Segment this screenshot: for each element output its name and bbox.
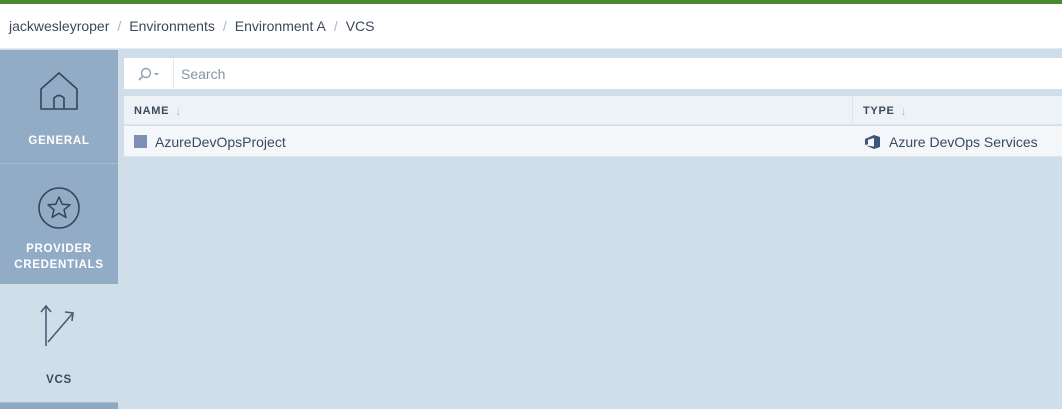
breadcrumb-item-environments[interactable]: Environments <box>129 18 215 34</box>
sidebar-item-vcs[interactable]: VCS <box>0 284 118 402</box>
sidebar-item-label: GENERAL <box>28 135 90 147</box>
breadcrumb-separator: / <box>333 18 338 34</box>
sort-arrow-icon: ↓ <box>175 103 182 118</box>
repo-type: Azure DevOps Services <box>889 133 1038 150</box>
column-header-type[interactable]: TYPE ↓ <box>852 96 907 125</box>
sidebar-item-general[interactable]: GENERAL <box>0 50 118 163</box>
azure-devops-icon <box>865 134 880 149</box>
breadcrumb-item-account[interactable]: jackwesleyroper <box>9 18 109 34</box>
breadcrumb-item-environment[interactable]: Environment A <box>235 18 326 34</box>
branch-arrows-icon <box>40 304 74 346</box>
house-icon <box>40 72 78 110</box>
search-input[interactable] <box>174 58 1062 89</box>
sidebar-item-label-line2: CREDENTIALS <box>14 259 104 271</box>
table-row[interactable]: AzureDevOpsProject Azure DevOps Services <box>124 126 1062 157</box>
column-header-label: NAME <box>134 104 170 117</box>
settings-sidebar: GENERAL PROVIDER CREDENTIALS VCS <box>0 50 118 409</box>
breadcrumb: jackwesleyroper / Environments / Environ… <box>0 4 1062 49</box>
column-header-name[interactable]: NAME ↓ <box>134 96 182 125</box>
sidebar-item-next[interactable] <box>0 402 118 409</box>
table-header: NAME ↓ TYPE ↓ <box>124 96 1062 125</box>
breadcrumb-separator: / <box>117 18 122 34</box>
breadcrumb-item-current: VCS <box>345 18 375 34</box>
column-header-label: TYPE <box>863 104 895 117</box>
star-circle-icon <box>38 187 80 229</box>
repo-color-swatch <box>134 135 147 148</box>
sidebar-item-provider-credentials[interactable]: PROVIDER CREDENTIALS <box>0 163 118 284</box>
sidebar-item-label-line1: PROVIDER <box>26 243 92 255</box>
breadcrumb-separator: / <box>222 18 227 34</box>
search-bar <box>124 58 1062 89</box>
sort-arrow-icon: ↓ <box>900 103 908 118</box>
cell-type: Azure DevOps Services <box>864 126 1038 157</box>
repo-name[interactable]: AzureDevOpsProject <box>155 134 286 150</box>
search-icon <box>137 67 159 81</box>
sidebar-item-label: VCS <box>46 374 72 386</box>
search-options-button[interactable] <box>124 58 174 89</box>
cell-name: AzureDevOpsProject <box>134 126 286 157</box>
